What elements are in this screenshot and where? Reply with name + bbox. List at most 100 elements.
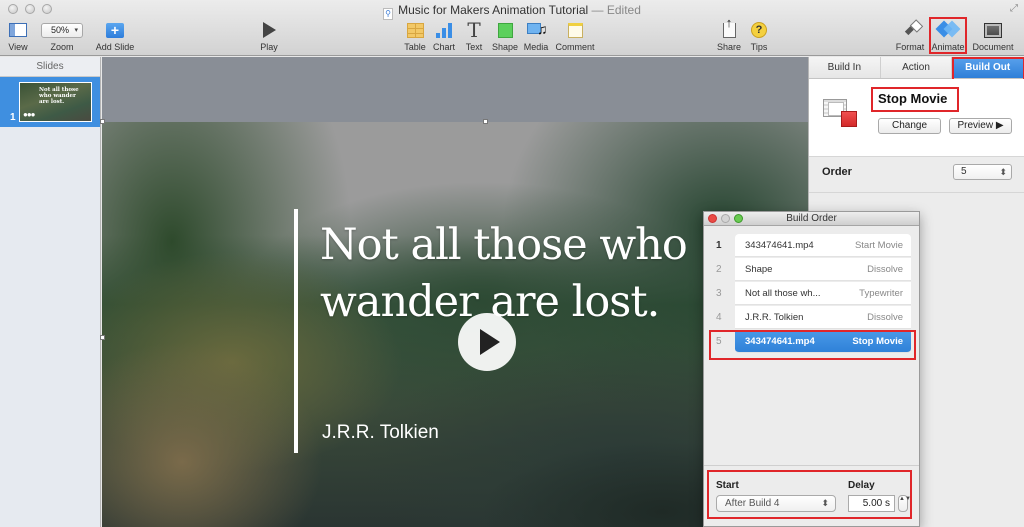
build-order-window: Build Order 1 343474641.mp4 Start Movie 2…	[703, 211, 920, 527]
annotation-highlight-selected-build	[709, 330, 916, 360]
document-name: Music for Makers Animation Tutorial	[398, 3, 589, 17]
build-order-titlebar[interactable]: Build Order	[704, 212, 919, 226]
view-button[interactable]: View	[6, 20, 30, 52]
annotation-highlight-build-out	[952, 57, 1024, 81]
build-number: 4	[716, 312, 722, 323]
plus-icon: +	[106, 22, 124, 38]
build-effect: Dissolve	[867, 264, 903, 275]
text-label: Text	[465, 42, 483, 52]
shape-button[interactable]: Shape	[491, 20, 519, 52]
share-button[interactable]: Share	[716, 15, 742, 53]
build-item[interactable]: 2 Shape Dissolve	[704, 258, 919, 282]
keynote-document-icon: ⚲	[383, 8, 394, 20]
preview-button[interactable]: Preview ▶	[949, 118, 1012, 134]
text-icon: T	[467, 18, 481, 42]
chart-button[interactable]: Chart	[432, 20, 456, 52]
effect-panel: Stop Movie Change Preview ▶	[809, 79, 1024, 157]
document-icon	[984, 22, 1002, 38]
build-order-list: 1 343474641.mp4 Start Movie 2 Shape Dissol…	[704, 234, 919, 360]
build-order-title: Build Order	[786, 213, 837, 224]
tips-button[interactable]: ? Tips	[748, 20, 770, 52]
zoom-control[interactable]: 50% Zoom	[40, 20, 84, 52]
annotation-highlight-timing	[707, 470, 912, 519]
paintbrush-icon	[901, 21, 919, 39]
build-item[interactable]: 1 343474641.mp4 Start Movie	[704, 234, 919, 258]
share-icon	[722, 15, 736, 38]
fullscreen-icon[interactable]: ⤢	[1010, 3, 1018, 14]
shape-label: Shape	[491, 42, 519, 52]
toolbar: ⚲ Music for Makers Animation Tutorial — E…	[0, 0, 1024, 56]
annotation-highlight-effect	[871, 87, 959, 112]
order-row: Order 5	[809, 157, 1024, 193]
stop-movie-icon	[823, 99, 857, 127]
media-icon: ♫	[526, 21, 548, 38]
order-select[interactable]: 5	[953, 164, 1012, 180]
slide-navigator: Slides 1 Not all those who wander are lo…	[0, 57, 101, 527]
quote-author[interactable]: J.R.R. Tolkien	[322, 422, 439, 444]
quote-bar-shape[interactable]	[294, 209, 298, 453]
build-effect: Typewriter	[859, 288, 903, 299]
build-number: 3	[716, 288, 722, 299]
comment-label: Comment	[555, 42, 595, 52]
view-label: View	[8, 42, 28, 52]
build-object-name: J.R.R. Tolkien	[745, 312, 804, 323]
build-number: 2	[716, 264, 722, 275]
build-indicator-icon: ●●●	[23, 110, 35, 119]
tab-build-in[interactable]: Build In	[809, 57, 881, 78]
build-order-window-controls	[708, 214, 743, 223]
document-label: Document	[972, 42, 1014, 52]
shape-icon	[497, 22, 513, 38]
quote-text[interactable]: Not all those who wander are lost.	[320, 217, 700, 331]
zoom-select[interactable]: 50%	[41, 22, 83, 38]
movie-play-icon[interactable]	[458, 313, 516, 371]
build-timing-panel: Start Delay After Build 4 5.00 s ▲▼	[704, 465, 919, 527]
selection-handle-top-left[interactable]	[100, 119, 105, 124]
chart-icon	[436, 22, 452, 38]
comment-button[interactable]: Comment	[555, 20, 595, 52]
text-button[interactable]: T Text	[462, 20, 486, 52]
minimize-build-order-button[interactable]	[721, 214, 730, 223]
build-effect: Start Movie	[854, 240, 903, 251]
share-label: Share	[716, 42, 742, 52]
tab-action[interactable]: Action	[881, 57, 953, 78]
comment-icon	[567, 22, 583, 38]
selection-handle-top[interactable]	[483, 119, 488, 124]
zoom-label: Zoom	[50, 42, 74, 52]
chart-label: Chart	[432, 42, 455, 52]
window-title: ⚲ Music for Makers Animation Tutorial — E…	[0, 3, 1024, 20]
play-label: Play	[260, 42, 278, 52]
order-label: Order	[822, 166, 852, 178]
play-icon	[262, 22, 276, 38]
build-item[interactable]: 3 Not all those wh... Typewriter	[704, 282, 919, 306]
add-slide-button[interactable]: + Add Slide	[94, 20, 136, 52]
media-button[interactable]: ♫ Media	[522, 20, 550, 53]
format-label: Format	[895, 42, 925, 52]
table-button[interactable]: Table	[403, 20, 427, 52]
tips-label: Tips	[750, 42, 768, 52]
slide-thumbnail-image[interactable]: Not all those who wander are lost. ●●●	[19, 82, 92, 122]
thumbnail-text: Not all those who wander are lost.	[39, 87, 79, 105]
slides-header: Slides	[0, 57, 100, 77]
slide-thumbnail-1[interactable]: 1 Not all those who wander are lost. ●●●	[0, 77, 100, 127]
build-object-name: Not all those wh...	[745, 288, 821, 299]
table-label: Table	[404, 42, 426, 52]
edited-status: — Edited	[591, 3, 641, 17]
selection-handle-left[interactable]	[100, 335, 105, 340]
build-item[interactable]: 4 J.R.R. Tolkien Dissolve	[704, 306, 919, 330]
format-button[interactable]: Format	[895, 20, 925, 52]
annotation-highlight-animate	[929, 17, 967, 54]
build-effect: Dissolve	[867, 312, 903, 323]
change-button[interactable]: Change	[878, 118, 941, 134]
play-button[interactable]: Play	[257, 20, 281, 52]
table-icon	[406, 22, 424, 38]
media-label: Media	[523, 42, 549, 52]
slide-number: 1	[10, 112, 16, 123]
document-button[interactable]: Document	[970, 20, 1016, 52]
tips-icon: ?	[751, 22, 767, 38]
view-icon	[9, 23, 27, 37]
zoom-build-order-button[interactable]	[734, 214, 743, 223]
add-slide-label: Add Slide	[95, 42, 135, 52]
close-build-order-button[interactable]	[708, 214, 717, 223]
build-object-name: Shape	[745, 264, 773, 275]
build-object-name: 343474641.mp4	[745, 240, 814, 251]
